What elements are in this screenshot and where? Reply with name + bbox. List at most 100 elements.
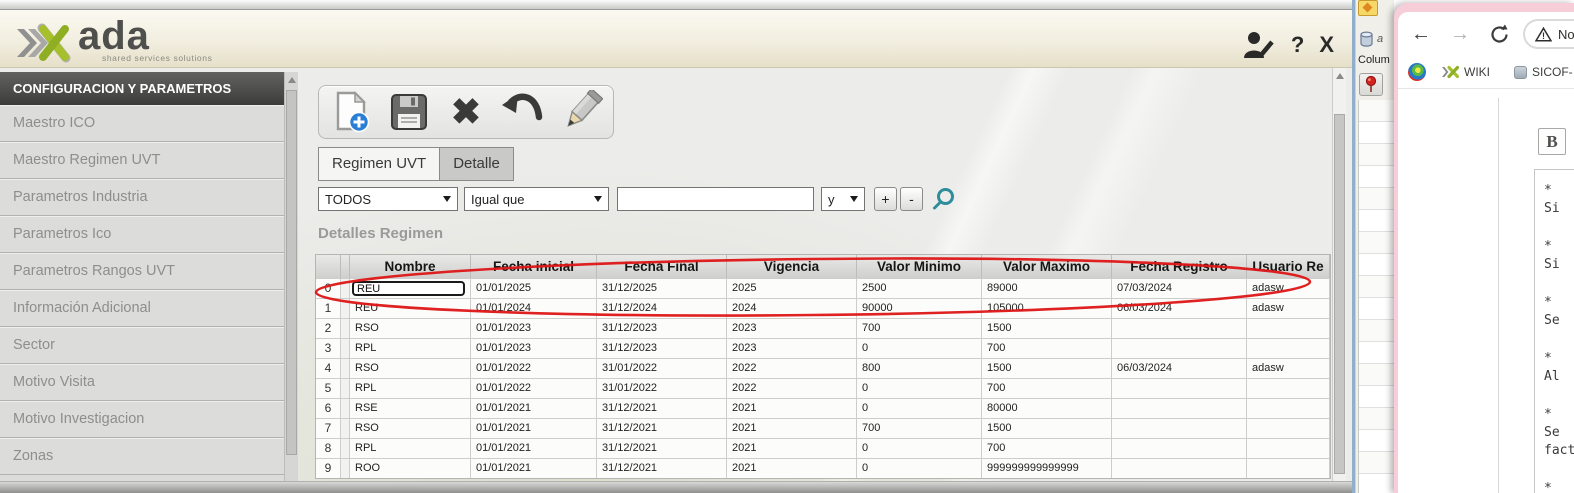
sicof-bookmark-icon[interactable] bbox=[1514, 66, 1527, 79]
row-number-cell: 4 bbox=[316, 358, 341, 378]
table-row[interactable]: 9ROO01/01/202131/12/20212021099999999999… bbox=[316, 458, 1330, 478]
table-cell: 90000 bbox=[857, 298, 982, 318]
table-row[interactable]: 4RSO01/01/202231/01/20222022800150006/03… bbox=[316, 358, 1330, 378]
column-header: Fecha inicial bbox=[471, 255, 597, 278]
address-bar[interactable]: ! No bbox=[1523, 19, 1574, 49]
help-button[interactable]: ? bbox=[1291, 32, 1304, 58]
column-header: Fecha Final bbox=[597, 255, 727, 278]
save-button[interactable] bbox=[384, 89, 435, 135]
edit-button[interactable] bbox=[554, 89, 605, 135]
tab-detalle[interactable]: Detalle bbox=[440, 147, 514, 181]
remove-filter-button[interactable]: - bbox=[900, 187, 923, 211]
table-cell: 700 bbox=[982, 378, 1112, 398]
reload-icon bbox=[1489, 24, 1510, 45]
table-row[interactable]: 3RPL01/01/202331/12/202320230700 bbox=[316, 338, 1330, 358]
table-row[interactable]: 8RPL01/01/202131/12/202120210700 bbox=[316, 438, 1330, 458]
table-cell: 01/01/2023 bbox=[471, 338, 597, 358]
table-cell: 105000 bbox=[982, 298, 1112, 318]
tool-grid-row bbox=[1359, 232, 1394, 254]
sidebar-item[interactable]: Parametros Rangos UVT bbox=[0, 253, 284, 290]
sicof-bookmark-label[interactable]: SICOF- bbox=[1532, 65, 1573, 79]
table-cell: 01/01/2022 bbox=[471, 378, 597, 398]
table-cell: 700 bbox=[982, 438, 1112, 458]
text-editor[interactable]: * Si* Si* Se* Al* Se fact* Se bbox=[1534, 169, 1574, 493]
sidebar-item[interactable]: Parametros Ico bbox=[0, 216, 284, 253]
table-cell: 31/01/2022 bbox=[597, 358, 727, 378]
nombre-edit-input[interactable] bbox=[352, 281, 465, 296]
sidebar-item[interactable]: Maestro Regimen UVT bbox=[0, 142, 284, 179]
table-cell: RSE bbox=[350, 398, 471, 418]
filter-conjunction-select[interactable]: y bbox=[821, 187, 865, 211]
table-cell: 1500 bbox=[982, 318, 1112, 338]
table-cell bbox=[1112, 438, 1247, 458]
sidebar-item[interactable]: Motivo Investigacion bbox=[0, 401, 284, 438]
pin-button[interactable] bbox=[1359, 73, 1383, 96]
user-edit-icon[interactable] bbox=[1242, 30, 1276, 60]
tool-grid-row bbox=[1359, 188, 1394, 210]
table-row[interactable]: 1REU01/01/202431/12/20242024900001050000… bbox=[316, 298, 1330, 318]
table-cell bbox=[341, 338, 350, 358]
ada-logo-mark-icon bbox=[16, 22, 72, 64]
table-cell: 01/01/2024 bbox=[471, 298, 597, 318]
browser-profile-icon[interactable] bbox=[1408, 63, 1426, 81]
sidebar-scrollbar[interactable] bbox=[284, 72, 298, 481]
table-cell: 2023 bbox=[727, 318, 857, 338]
scroll-up-arrow-icon[interactable] bbox=[288, 77, 296, 83]
table-row[interactable]: 2RSO01/01/202331/12/202320237001500 bbox=[316, 318, 1330, 338]
table-row[interactable]: 5RPL01/01/202231/01/202220220700 bbox=[316, 378, 1330, 398]
table-cell: 31/12/2021 bbox=[597, 458, 727, 478]
sidebar-item[interactable]: Maestro ICO bbox=[0, 105, 284, 142]
sidebar-scroll-thumb[interactable] bbox=[286, 90, 297, 455]
tab-regimen-uvt[interactable]: Regimen UVT bbox=[318, 147, 440, 181]
sidebar-item[interactable]: Parametros Industria bbox=[0, 179, 284, 216]
table-cell bbox=[1247, 338, 1330, 358]
sidebar-item[interactable]: Información Adicional bbox=[0, 290, 284, 327]
table-cell bbox=[1112, 378, 1247, 398]
sidebar-item[interactable]: Sector bbox=[0, 327, 284, 364]
table-cell: 06/03/2024 bbox=[1112, 358, 1247, 378]
warning-icon: ! bbox=[1535, 27, 1552, 42]
table-cell bbox=[341, 358, 350, 378]
table-cell: RSO bbox=[350, 358, 471, 378]
column-header: Usuario Re bbox=[1247, 255, 1330, 278]
table-cell bbox=[341, 438, 350, 458]
close-app-button[interactable]: X bbox=[1319, 32, 1334, 58]
main-panel-scrollbar[interactable] bbox=[1332, 68, 1346, 481]
filter-field-select[interactable]: TODOS bbox=[318, 187, 458, 211]
table-row[interactable]: 001/01/202531/12/2025202525008900007/03/… bbox=[316, 278, 1330, 298]
address-text: No bbox=[1558, 27, 1574, 42]
table-body: 001/01/202531/12/2025202525008900007/03/… bbox=[316, 278, 1330, 478]
scroll-up-arrow-icon[interactable] bbox=[1336, 73, 1344, 79]
table-cell bbox=[1112, 418, 1247, 438]
wiki-bookmark[interactable] bbox=[1442, 65, 1459, 79]
bold-format-button[interactable]: B bbox=[1538, 128, 1566, 155]
browser-forward-button[interactable]: → bbox=[1450, 24, 1470, 44]
search-button[interactable] bbox=[932, 187, 956, 211]
table-cell: 01/01/2025 bbox=[471, 278, 597, 298]
table-row[interactable]: 7RSO01/01/202131/12/202120217001500 bbox=[316, 418, 1330, 438]
tool-grid-row bbox=[1359, 320, 1394, 342]
new-record-button[interactable] bbox=[327, 89, 378, 135]
sidebar-item[interactable]: Zonas bbox=[0, 438, 284, 475]
ada-mini-icon bbox=[1442, 65, 1459, 79]
browser-back-button[interactable]: ← bbox=[1411, 24, 1431, 44]
table-cell: 2025 bbox=[727, 278, 857, 298]
undo-button[interactable] bbox=[497, 89, 548, 135]
pushpin-icon bbox=[1364, 76, 1378, 93]
delete-button[interactable]: ✖ bbox=[441, 89, 492, 135]
main-scroll-thumb[interactable] bbox=[1334, 114, 1345, 474]
table-cell bbox=[341, 318, 350, 338]
filter-value-input[interactable] bbox=[617, 187, 814, 211]
tool-grid-row bbox=[1359, 474, 1394, 493]
filter-operator-select[interactable]: Igual que bbox=[464, 187, 609, 211]
browser-reload-button[interactable] bbox=[1489, 24, 1510, 45]
table-row[interactable]: 6RSE01/01/202131/12/20212021080000 bbox=[316, 398, 1330, 418]
table-cell bbox=[1112, 318, 1247, 338]
table-cell: 31/12/2021 bbox=[597, 438, 727, 458]
tool-grid-row bbox=[1359, 210, 1394, 232]
bookmarks-bar: WIKI SICOF- bbox=[1398, 56, 1574, 89]
add-filter-button[interactable]: + bbox=[874, 187, 897, 211]
wiki-bookmark-label[interactable]: WIKI bbox=[1464, 65, 1490, 79]
sidebar-item[interactable]: Motivo Visita bbox=[0, 364, 284, 401]
tool-grid-row bbox=[1359, 254, 1394, 276]
